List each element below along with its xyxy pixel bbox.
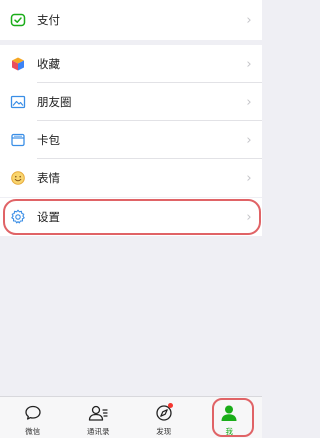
tab-contacts[interactable]: 通讯录: [66, 397, 132, 438]
tab-discover[interactable]: 发现: [131, 397, 197, 438]
chevron-right-icon: ›: [246, 209, 252, 225]
menu-item-label: 卡包: [37, 133, 60, 147]
tab-label: 我: [225, 427, 234, 436]
menu-item-moments[interactable]: 朋友圈 ›: [0, 83, 262, 121]
emoji-smile-icon: [9, 169, 27, 187]
notification-badge-dot: [167, 403, 173, 408]
menu-item-favorites[interactable]: 收藏 ›: [0, 45, 262, 83]
menu-item-cards[interactable]: 卡包 ›: [0, 121, 262, 159]
favorites-cube-icon: [9, 55, 27, 73]
chevron-right-icon: ›: [246, 170, 252, 186]
chevron-right-icon: ›: [246, 56, 252, 72]
menu-item-label: 收藏: [37, 57, 60, 71]
tab-label: 微信: [25, 427, 41, 436]
pay-group: 支付 ›: [0, 0, 262, 40]
menu-item-settings[interactable]: 设置 ›: [0, 198, 262, 236]
settings-group: 设置 ›: [0, 198, 262, 236]
menu-item-label: 支付: [37, 13, 60, 27]
moments-image-icon: [9, 93, 27, 111]
menu-item-label: 设置: [37, 210, 60, 224]
chat-bubble-icon: [23, 403, 43, 423]
menu-item-stickers[interactable]: 表情 ›: [0, 159, 262, 197]
person-icon: [219, 403, 239, 423]
features-group: 收藏 › 朋友圈 › 卡包 › 表情 ›: [0, 45, 262, 197]
gear-icon: [9, 208, 27, 226]
tab-me[interactable]: 我: [197, 397, 263, 438]
menu-item-label: 朋友圈: [37, 95, 72, 109]
chevron-right-icon: ›: [246, 12, 252, 28]
pay-icon: [9, 11, 27, 29]
tab-label: 通讯录: [87, 427, 110, 436]
tab-chats[interactable]: 微信: [0, 397, 66, 438]
chevron-right-icon: ›: [246, 132, 252, 148]
contacts-icon: [88, 403, 108, 423]
bottom-tab-bar: 微信 通讯录 发现 我: [0, 396, 262, 438]
compass-icon: [154, 403, 174, 423]
chevron-right-icon: ›: [246, 94, 252, 110]
menu-item-pay[interactable]: 支付 ›: [0, 0, 262, 40]
menu-item-label: 表情: [37, 171, 60, 185]
tab-label: 发现: [156, 427, 172, 436]
card-wallet-icon: [9, 131, 27, 149]
